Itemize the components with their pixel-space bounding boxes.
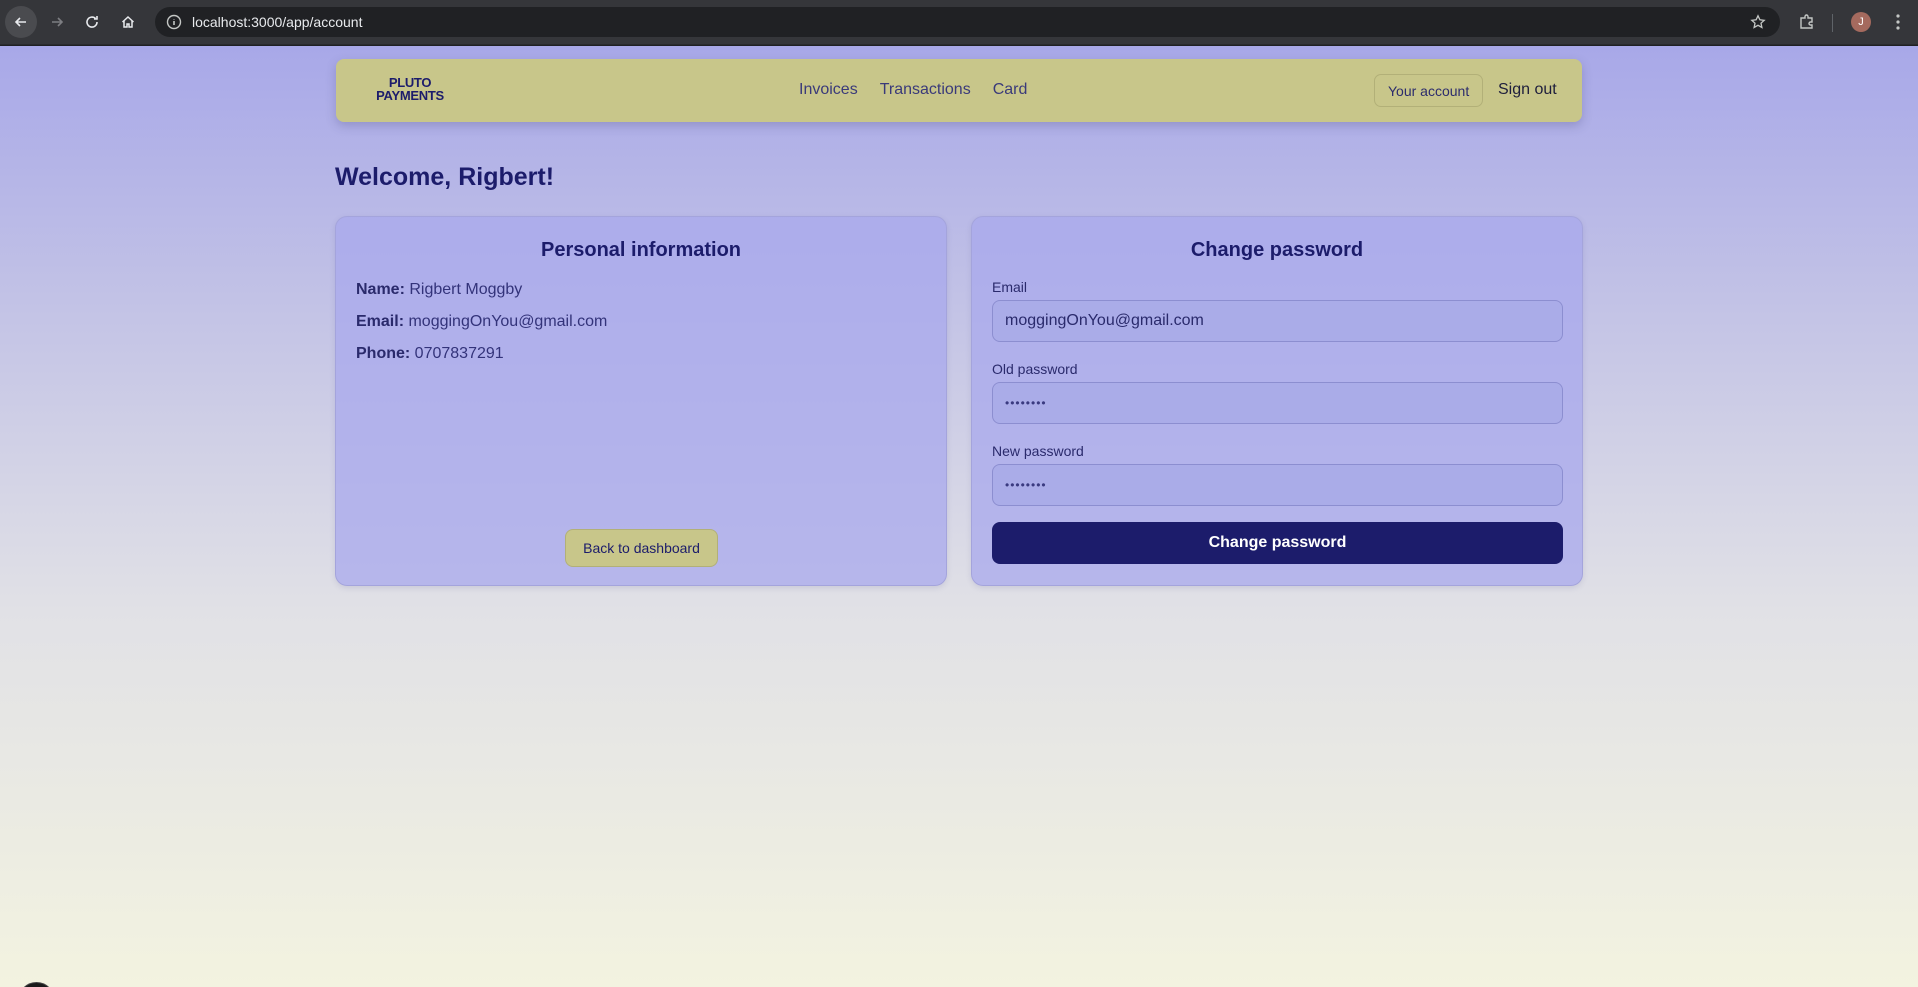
email-row: Email: moggingOnYou@gmail.com	[356, 313, 607, 331]
kebab-menu-icon[interactable]	[1890, 13, 1906, 31]
logo[interactable]: PLUTO PAYMENTS	[370, 76, 450, 102]
nav-card[interactable]: Card	[993, 81, 1028, 99]
profile-avatar[interactable]: J	[1851, 12, 1871, 32]
arrow-left-icon	[14, 17, 26, 27]
page-content: PLUTO PAYMENTS Invoices Transactions Car…	[0, 46, 1918, 987]
change-password-card: Change password Email moggingOnYou@gmail…	[971, 216, 1583, 586]
reload-button[interactable]	[76, 6, 108, 38]
back-to-dashboard-button[interactable]: Back to dashboard	[565, 529, 718, 567]
new-password-field[interactable]: ••••••••	[992, 464, 1563, 506]
site-info-icon[interactable]	[166, 14, 182, 30]
name-value: Rigbert Moggby	[409, 281, 523, 298]
logo-line-2: PAYMENTS	[376, 88, 444, 103]
address-bar[interactable]: localhost:3000/app/account	[155, 7, 1780, 37]
email-label: Email:	[356, 313, 405, 330]
back-button[interactable]	[5, 6, 37, 38]
phone-label: Phone:	[356, 345, 411, 362]
name-label: Name:	[356, 281, 405, 298]
page-title: Welcome, Rigbert!	[335, 163, 555, 191]
extensions-icon[interactable]	[1798, 13, 1816, 31]
toolbar-divider	[1832, 14, 1833, 32]
change-password-title: Change password	[1190, 239, 1364, 261]
home-icon	[121, 15, 135, 28]
browser-toolbar: localhost:3000/app/account J	[0, 0, 1918, 45]
url-text: localhost:3000/app/account	[192, 14, 363, 30]
forward-button[interactable]	[41, 6, 73, 38]
main-nav: Invoices Transactions Card	[799, 81, 1027, 99]
nav-transactions[interactable]: Transactions	[880, 81, 971, 99]
change-password-button[interactable]: Change password	[992, 522, 1563, 564]
app-header: PLUTO PAYMENTS Invoices Transactions Car…	[336, 59, 1582, 122]
name-row: Name: Rigbert Moggby	[356, 281, 522, 299]
phone-value: 0707837291	[414, 345, 504, 362]
bookmark-star-icon[interactable]	[1750, 14, 1766, 30]
phone-row: Phone: 0707837291	[356, 345, 504, 363]
email-field-label: Email	[992, 279, 1028, 295]
personal-info-card: Personal information Name: Rigbert Moggb…	[335, 216, 947, 586]
reload-icon	[86, 16, 98, 28]
arrow-right-icon	[52, 17, 64, 27]
your-account-button[interactable]: Your account	[1374, 74, 1484, 107]
new-password-label: New password	[992, 443, 1084, 459]
personal-info-title: Personal information	[540, 239, 742, 261]
sign-out-link[interactable]: Sign out	[1498, 81, 1557, 99]
email-field[interactable]: moggingOnYou@gmail.com	[992, 300, 1563, 342]
home-button[interactable]	[112, 6, 144, 38]
nav-invoices[interactable]: Invoices	[799, 81, 858, 99]
nextjs-devtools-button[interactable]: N	[18, 982, 55, 987]
old-password-label: Old password	[992, 361, 1078, 377]
email-value: moggingOnYou@gmail.com	[408, 313, 608, 330]
old-password-field[interactable]: ••••••••	[992, 382, 1563, 424]
